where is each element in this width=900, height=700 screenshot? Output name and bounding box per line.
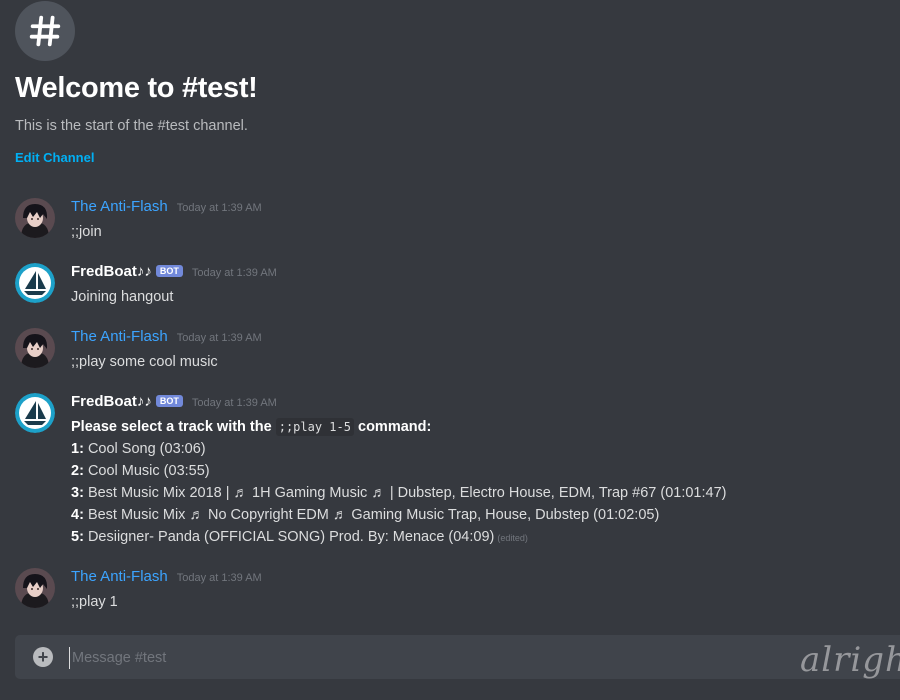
anime-boy-avatar-icon xyxy=(15,568,55,608)
hash-icon xyxy=(29,15,61,47)
track-item: 2: Cool Music (03:55) xyxy=(71,460,726,482)
message-author[interactable]: FredBoat♪♪ xyxy=(71,393,152,410)
message-content: ;;play 1 xyxy=(71,594,118,610)
channel-hash-icon xyxy=(15,1,75,61)
message-content: ;;join xyxy=(71,224,102,240)
message-header: The Anti-Flash Today at 1:39 AM xyxy=(71,198,262,215)
track-number: 2: xyxy=(71,463,84,479)
bot-badge: BOT xyxy=(155,395,183,407)
track-title: Best Music Mix ♬ No Copyright EDM ♬ Gami… xyxy=(87,507,660,523)
message-input[interactable] xyxy=(69,647,854,669)
welcome-title: Welcome to #test! xyxy=(15,72,258,104)
user-avatar[interactable] xyxy=(15,198,55,238)
track-number: 1: xyxy=(71,441,84,457)
track-item: 1: Cool Song (03:06) xyxy=(71,438,726,460)
anime-boy-avatar-icon xyxy=(15,328,55,368)
track-number: 4: xyxy=(71,507,84,523)
message-timestamp: Today at 1:39 AM xyxy=(176,202,262,214)
track-number: 3: xyxy=(71,485,84,501)
message-author[interactable]: The Anti-Flash xyxy=(71,328,168,345)
message-timestamp: Today at 1:39 AM xyxy=(191,267,277,279)
message-composer: + xyxy=(15,635,900,679)
watermark-logo: alrigh xyxy=(800,640,900,680)
track-prompt-before: Please select a track with the xyxy=(71,419,272,435)
track-title: Cool Music (03:55) xyxy=(87,463,210,479)
message-author[interactable]: The Anti-Flash xyxy=(71,568,168,585)
sailboat-logo-icon xyxy=(15,393,55,433)
track-item: 3: Best Music Mix 2018 | ♬ 1H Gaming Mus… xyxy=(71,482,726,504)
command-code: ;;play 1-5 xyxy=(275,418,354,436)
track-item: 5: Desiigner- Panda (OFFICIAL SONG) Prod… xyxy=(71,526,726,549)
track-title: Best Music Mix 2018 | ♬ 1H Gaming Music … xyxy=(87,485,727,501)
message-header: The Anti-Flash Today at 1:39 AM xyxy=(71,568,262,585)
message-content: ;;play some cool music xyxy=(71,354,218,370)
message-author[interactable]: The Anti-Flash xyxy=(71,198,168,215)
bot-badge: BOT xyxy=(155,265,183,277)
bot-avatar[interactable] xyxy=(15,393,55,433)
track-item: 4: Best Music Mix ♬ No Copyright EDM ♬ G… xyxy=(71,504,726,526)
message-header: FredBoat♪♪ BOT Today at 1:39 AM xyxy=(71,263,277,280)
user-avatar[interactable] xyxy=(15,568,55,608)
track-prompt-after: command: xyxy=(358,419,432,435)
message-header: FredBoat♪♪ BOT Today at 1:39 AM xyxy=(71,393,277,410)
message-timestamp: Today at 1:39 AM xyxy=(176,332,262,344)
message-author[interactable]: FredBoat♪♪ xyxy=(71,263,152,280)
welcome-subtitle: This is the start of the #test channel. xyxy=(15,118,248,134)
bot-avatar[interactable] xyxy=(15,263,55,303)
message-content: Please select a track with the ;;play 1-… xyxy=(71,416,726,549)
message-content: Joining hangout xyxy=(71,289,174,305)
track-prompt: Please select a track with the ;;play 1-… xyxy=(71,416,726,438)
message-timestamp: Today at 1:39 AM xyxy=(191,397,277,409)
edit-channel-link[interactable]: Edit Channel xyxy=(15,150,94,165)
user-avatar[interactable] xyxy=(15,328,55,368)
sailboat-logo-icon xyxy=(15,263,55,303)
track-title: Cool Song (03:06) xyxy=(87,441,206,457)
edited-label: (edited) xyxy=(497,533,528,543)
track-title: Desiigner- Panda (OFFICIAL SONG) Prod. B… xyxy=(87,529,495,545)
track-number: 5: xyxy=(71,529,84,545)
anime-boy-avatar-icon xyxy=(15,198,55,238)
message-header: The Anti-Flash Today at 1:39 AM xyxy=(71,328,262,345)
message-timestamp: Today at 1:39 AM xyxy=(176,572,262,584)
plus-circle-icon[interactable]: + xyxy=(33,647,53,667)
